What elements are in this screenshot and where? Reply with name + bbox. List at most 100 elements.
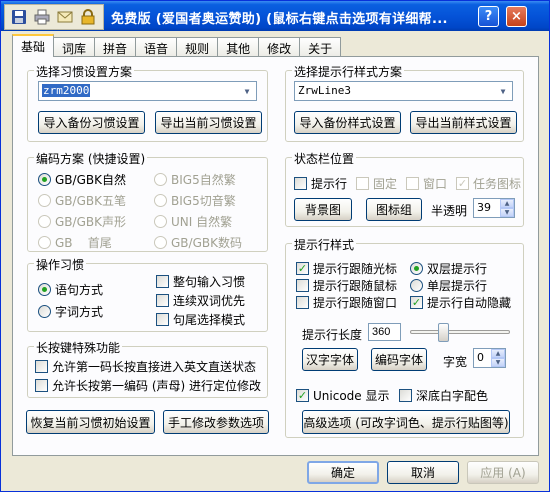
radio-icon [38,173,51,186]
unicode-display-check[interactable]: ✓ Unicode 显示 [296,387,389,404]
print-icon[interactable] [32,8,52,26]
option-label: UNI 自然繁 [171,215,233,229]
option-label: 提示行 [311,177,348,191]
operation-title: 操作习惯 [34,256,87,273]
tab-modify[interactable]: 修改 [258,37,301,57]
long-press-locate-check[interactable]: 允许长按第一编码 (声母) 进行定位修改 [35,377,261,394]
double-layer-radio[interactable]: 双层提示行 [410,260,487,277]
sentence-mode-radio[interactable]: 语句方式 [38,281,103,298]
tab-pinyin[interactable]: 拼音 [94,37,137,57]
help-button[interactable]: ? [478,6,499,27]
export-style-button[interactable]: 导出当前样式设置 [410,111,517,134]
apply-button[interactable]: 应用 (A) [467,461,539,484]
tab-rules[interactable]: 规则 [176,37,219,57]
follow-cursor-check[interactable]: ✓ 提示行跟随光标 [296,260,397,277]
whole-sentence-check[interactable]: 整句输入习惯 [156,273,245,290]
hint-scheme-group: 选择提示行样式方案 ZrwLine3 ▼ 导入备份样式设置 导出当前样式设置 [285,63,524,142]
radio-icon [410,279,423,292]
close-button[interactable]: × [506,6,527,27]
hanzi-font-button[interactable]: 汉字字体 [302,348,358,371]
status-hint-line-check[interactable]: 提示行 [294,175,347,192]
hint-style-group: 提示行样式 ✓ 提示行跟随光标 提示行跟随鼠标 提示行跟随窗口 双层提示行 单层提… [285,236,524,438]
mail-icon[interactable] [55,8,75,26]
import-style-button[interactable]: 导入备份样式设置 [294,111,401,134]
advanced-options-button[interactable]: 高级选项 (可改字词色、提示行贴图等) [302,410,510,434]
settings-window: 免费版 (爱国者奥运赞助) (鼠标右键点击选项有详细帮... ? × 基础 词库… [0,0,550,492]
title-bar[interactable]: 免费版 (爱国者奥运赞助) (鼠标右键点击选项有详细帮... ? × [1,1,549,31]
tab-dictionary[interactable]: 词库 [53,37,96,57]
restore-defaults-button[interactable]: 恢复当前习惯初始设置 [26,410,155,434]
encoding-gbk-natural[interactable]: GB/GBK自然 [38,171,126,188]
spin-down-icon[interactable]: ▼ [500,208,514,217]
option-label: 句尾选择模式 [173,313,246,327]
spin-up-icon[interactable]: ▲ [500,199,514,208]
encoding-big5-qieyin[interactable]: BIG5切音繁 [154,192,236,209]
checkbox-icon [399,389,412,402]
tab-strip: 基础 词库 拼音 语音 规则 其他 修改 关于 [12,34,342,57]
checkbox-icon [156,275,169,288]
char-width-spinner[interactable]: 0 ▲ ▼ [473,348,506,368]
option-label: 提示行跟随光标 [313,262,398,276]
encoding-gbk-wubi[interactable]: GB/GBK五笔 [38,192,126,209]
save-icon[interactable] [9,8,29,26]
option-label: GB/GBK声形 [55,215,126,229]
follow-mouse-check[interactable]: 提示行跟随鼠标 [296,277,397,294]
encoding-big5-natural[interactable]: BIG5自然繁 [154,171,236,188]
export-habit-button[interactable]: 导出当前习惯设置 [155,111,262,134]
option-label: 允许第一码长按直接进入英文直送状态 [52,360,257,374]
transparency-spinner[interactable]: 39 ▲ ▼ [473,198,515,218]
encoding-group: 编码方案 (快捷设置) GB/GBK自然 GB/GBK五笔 GB/GBK声形 G… [27,150,268,252]
status-bar-group: 状态栏位置 提示行 固定 窗口 ✓ 任务图标 背景图 图标组 半透明 39 ▲ ▼ [285,150,524,227]
sentence-end-check[interactable]: 句尾选择模式 [156,311,245,328]
hint-length-track[interactable] [410,330,510,334]
window-title: 免费版 (爱国者奥运赞助) (鼠标右键点击选项有详细帮... [111,12,448,27]
status-window-check[interactable]: 窗口 [406,175,447,192]
icon-group-button[interactable]: 图标组 [366,198,422,221]
long-press-group: 长按键特殊功能 允许第一码长按直接进入英文直送状态 允许长按第一编码 (声母) … [27,339,268,398]
option-label: GB/GBK自然 [55,173,126,187]
cancel-button[interactable]: 取消 [387,461,459,484]
checkbox-icon [156,313,169,326]
option-label: 任务图标 [473,177,522,191]
radio-icon [38,215,51,228]
tab-voice[interactable]: 语音 [135,37,178,57]
option-label: 固定 [373,177,398,191]
background-image-button[interactable]: 背景图 [294,198,352,221]
word-mode-radio[interactable]: 字词方式 [38,303,103,320]
quick-access-toolbar [4,4,104,30]
encoding-uni-natural[interactable]: UNI 自然繁 [154,213,232,230]
lock-icon[interactable] [78,8,98,26]
spin-up-icon[interactable]: ▲ [491,349,505,358]
option-label: GB 首尾 [55,236,112,250]
habit-scheme-select[interactable]: zrm2000 ▼ [38,81,257,101]
import-habit-button[interactable]: 导入备份习惯设置 [38,111,145,134]
follow-window-check[interactable]: 提示行跟随窗口 [296,294,397,311]
hint-length-label: 提示行长度 [302,328,363,342]
spin-down-icon[interactable]: ▼ [491,358,505,367]
radio-icon [410,262,423,275]
hint-length-slider[interactable] [438,323,449,342]
hint-length-input[interactable]: 360 [368,323,401,341]
option-label: 连续双词优先 [173,294,246,308]
encoding-gb-shouwei[interactable]: GB 首尾 [38,234,112,251]
manual-edit-button[interactable]: 手工修改参数选项 [163,410,269,434]
double-word-check[interactable]: 连续双词优先 [156,292,245,309]
long-press-english-check[interactable]: 允许第一码长按直接进入英文直送状态 [35,358,256,375]
encoding-gbk-digital[interactable]: GB/GBK数码 [154,234,242,251]
hint-scheme-select[interactable]: ZrwLine3 ▼ [294,81,513,101]
code-font-button[interactable]: 编码字体 [371,348,427,371]
tab-other[interactable]: 其他 [217,37,260,57]
option-label: 提示行跟随窗口 [313,296,398,310]
option-label: 语句方式 [55,283,104,297]
checkbox-icon [406,177,419,190]
ok-button[interactable]: 确定 [307,461,379,484]
checkbox-icon [35,379,48,392]
status-fixed-check[interactable]: 固定 [356,175,397,192]
deep-color-check[interactable]: 深底白字配色 [399,387,488,404]
tab-basic[interactable]: 基础 [12,34,55,57]
single-layer-radio[interactable]: 单层提示行 [410,277,487,294]
tab-about[interactable]: 关于 [299,37,342,57]
status-tray-icon-check[interactable]: ✓ 任务图标 [456,175,521,192]
auto-hide-check[interactable]: ✓ 提示行自动隐藏 [410,294,511,311]
encoding-gbk-shengxing[interactable]: GB/GBK声形 [38,213,126,230]
